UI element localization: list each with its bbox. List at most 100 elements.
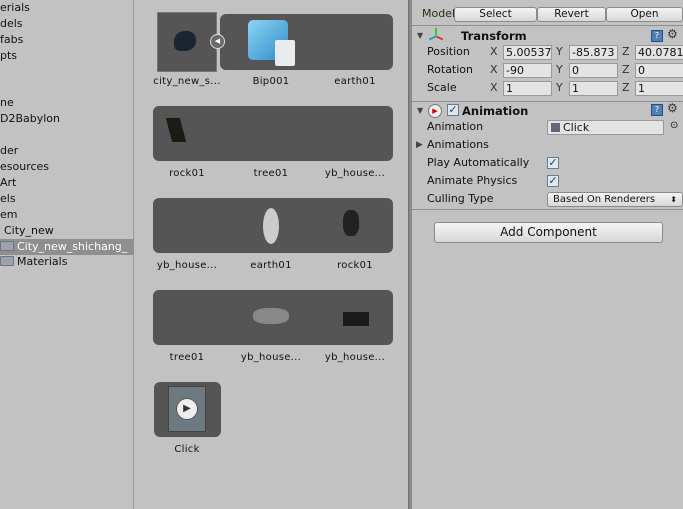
asset-label[interactable]: Bip001 [231, 76, 311, 87]
tree-item[interactable] [0, 127, 134, 143]
animations-foldout[interactable]: Animations [427, 136, 489, 154]
tree-item-label: esources [0, 160, 50, 173]
gear-icon[interactable]: ⚙ [667, 101, 678, 115]
asset-label[interactable]: yb_house... [231, 352, 311, 363]
y-axis-label: Y [556, 45, 563, 58]
position-y-field[interactable]: -85.873 [569, 45, 618, 60]
asset-label[interactable]: tree01 [147, 352, 227, 363]
asset-label[interactable]: yb_house... [147, 260, 227, 271]
asset-label[interactable]: city_new_s... [147, 76, 227, 87]
tree-item-label: erials [0, 1, 30, 14]
position-x-field[interactable]: 5.00537 [503, 45, 552, 60]
model-label: Model [422, 7, 456, 20]
asset-label[interactable]: Click [147, 444, 227, 455]
tree-item-label: City_new_shichang_ [17, 239, 128, 253]
animation-label: Animation [427, 120, 484, 133]
folder-icon [0, 240, 14, 251]
animation-clip-value: Click [563, 121, 590, 134]
select-button[interactable]: Select [454, 7, 537, 22]
tree-item[interactable]: erials [0, 0, 134, 16]
transform-icon [428, 28, 444, 42]
asset-label[interactable]: earth01 [315, 76, 395, 87]
asset-grid: ◀ city_new_s... Bip001 earth01 rock01 tr… [135, 0, 408, 509]
animation-title: Animation [462, 104, 529, 118]
help-icon[interactable]: ? [651, 104, 663, 116]
tree-item[interactable]: pts [0, 48, 134, 64]
asset-group-panel [153, 290, 393, 345]
scale-y-field[interactable]: 1 [569, 81, 618, 96]
rotation-x-field[interactable]: -90 [503, 63, 552, 78]
asset-label[interactable]: yb_house... [315, 352, 395, 363]
foldout-expanded-icon[interactable]: ▼ [417, 106, 423, 115]
tree-item-label: Art [0, 175, 17, 189]
tree-item[interactable]: dels [0, 16, 134, 32]
tree-item[interactable]: ne [0, 95, 134, 111]
tree-item[interactable] [0, 64, 134, 80]
tree-item[interactable]: esources [0, 159, 134, 175]
animate-physics-label: Animate Physics [427, 174, 518, 187]
tree-item[interactable]: fabs [0, 32, 134, 48]
tree-item[interactable]: der [0, 143, 134, 159]
asset-label[interactable]: tree01 [231, 168, 311, 179]
asset-label[interactable]: rock01 [147, 168, 227, 179]
model-preview [263, 208, 279, 244]
tree-item[interactable]: City_new_shichang_ [0, 238, 134, 255]
asset-label[interactable]: yb_house... [315, 168, 395, 179]
culling-type-label: Culling Type [427, 192, 494, 205]
animation-component-icon: ▶ [428, 104, 442, 118]
transform-title: Transform [461, 29, 527, 43]
foldout-collapsed-icon[interactable]: ▶ [416, 140, 423, 150]
revert-button[interactable]: Revert [537, 7, 606, 22]
asset-thumb-city-new[interactable] [157, 12, 217, 72]
animate-physics-checkbox[interactable]: ✓ [547, 175, 559, 187]
object-picker-icon[interactable]: ⊙ [670, 120, 678, 131]
divider [412, 25, 683, 26]
rotation-label: Rotation [427, 63, 474, 76]
tree-item-label: pts [0, 48, 18, 62]
scale-x-field[interactable]: 1 [503, 81, 552, 96]
scale-z-field[interactable]: 1 [635, 81, 683, 96]
rotation-z-field[interactable]: 0 [635, 63, 683, 78]
play-automatically-checkbox[interactable]: ✓ [547, 157, 559, 169]
animation-clip-thumb[interactable]: ▶ [168, 386, 206, 432]
animation-clip-field[interactable]: Click [547, 120, 664, 135]
asset-label[interactable]: rock01 [315, 260, 395, 271]
add-component-button[interactable]: Add Component [434, 222, 663, 243]
position-z-field[interactable]: 40.0781 [635, 45, 683, 60]
play-icon: ▶ [176, 398, 198, 420]
help-icon[interactable]: ? [651, 30, 663, 42]
tree-item[interactable]: em [0, 207, 134, 223]
z-axis-label: Z [622, 63, 630, 76]
project-folder-tree: erials dels fabs pts ne D2Babylon der esources A… [0, 0, 134, 509]
z-axis-label: Z [622, 81, 630, 94]
tree-item[interactable]: Materials [0, 254, 134, 270]
tree-item-label: ne [0, 96, 14, 110]
tree-item[interactable]: D2Babylon [0, 111, 134, 127]
foldout-expanded-icon[interactable]: ▼ [417, 31, 423, 40]
culling-type-value: Based On Renderers [553, 194, 656, 205]
gear-icon[interactable]: ⚙ [667, 27, 678, 41]
tree-item-label: D2Babylon [0, 112, 61, 126]
x-axis-label: X [490, 81, 498, 94]
animation-enabled-checkbox[interactable]: ✓ [447, 104, 459, 116]
model-preview [165, 118, 187, 142]
model-preview [174, 31, 196, 51]
tree-item[interactable] [0, 80, 134, 96]
tree-item[interactable]: els [0, 191, 134, 207]
inspector-panel: Model Select Revert Open ▼ Transform ? ⚙… [412, 0, 683, 509]
asset-group-panel [153, 198, 393, 253]
tree-item-label: City_new [4, 223, 54, 237]
divider [412, 209, 683, 210]
open-button[interactable]: Open [606, 7, 683, 22]
culling-type-dropdown[interactable]: Based On Renderers ⬍ [547, 192, 683, 207]
tree-item-label: els [0, 191, 16, 205]
collapse-arrow-icon[interactable]: ◀ [210, 34, 225, 49]
tree-item[interactable]: Art [0, 175, 134, 191]
y-axis-label: Y [556, 63, 563, 76]
tree-item-label: dels [0, 16, 23, 30]
tree-item[interactable]: City_new [0, 223, 134, 239]
asset-label[interactable]: earth01 [231, 260, 311, 271]
asset-group-panel [153, 106, 393, 161]
model-preview [343, 312, 369, 326]
rotation-y-field[interactable]: 0 [569, 63, 618, 78]
